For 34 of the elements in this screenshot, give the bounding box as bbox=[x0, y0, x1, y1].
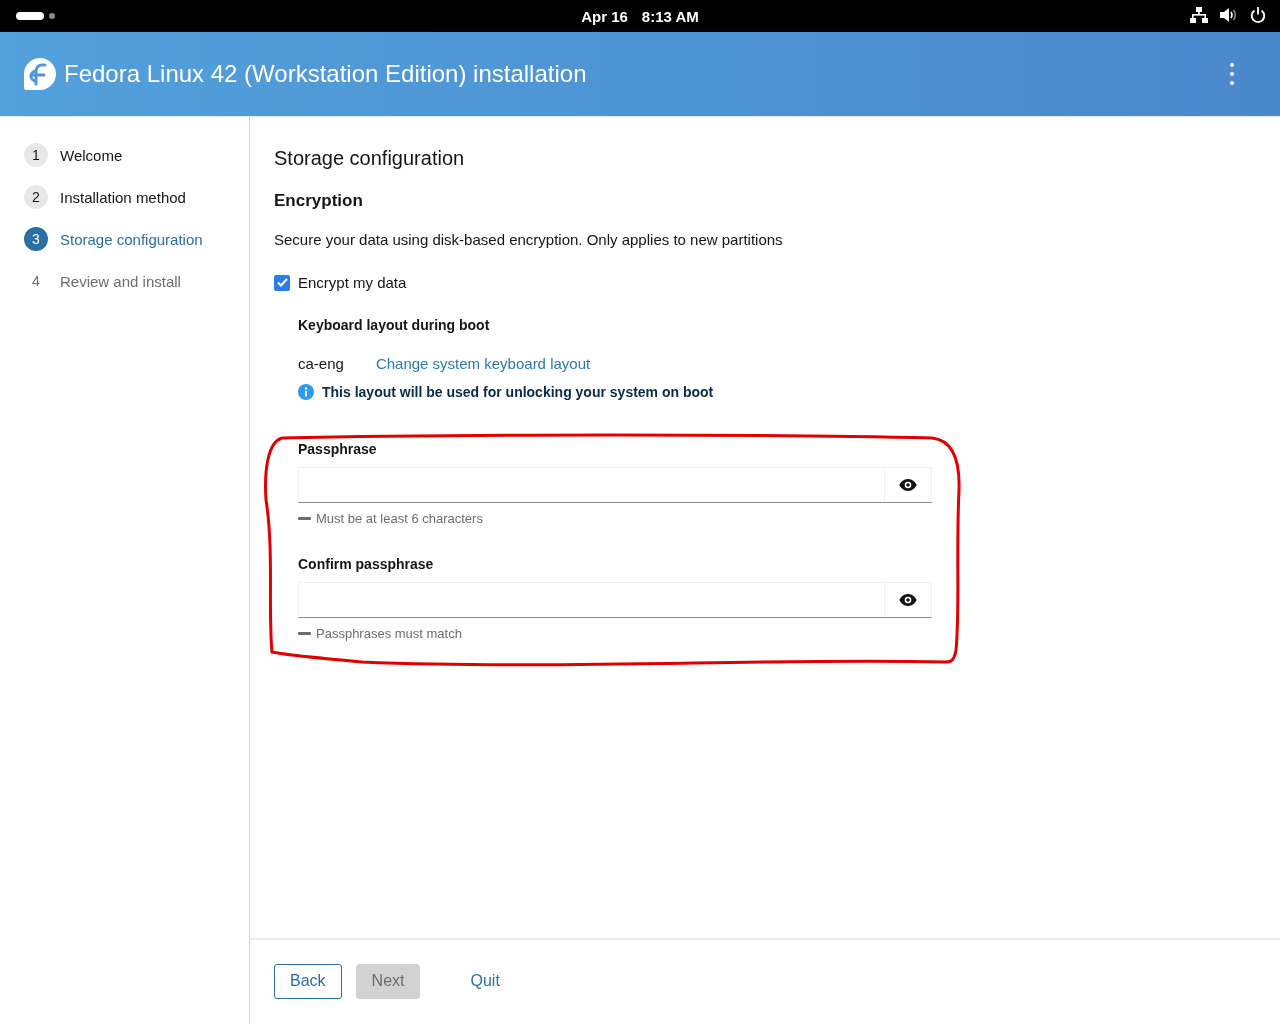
section-heading: Encryption bbox=[274, 191, 364, 212]
fedora-logo-icon bbox=[24, 58, 56, 90]
wizard-step[interactable]: 1 Welcome bbox=[24, 141, 249, 169]
step-number: 1 bbox=[24, 143, 48, 167]
wizard-step[interactable]: 3 Storage configuration bbox=[24, 225, 249, 253]
info-icon bbox=[298, 384, 314, 400]
footer-button[interactable]: Back bbox=[274, 963, 342, 999]
step-number: 2 bbox=[24, 185, 48, 209]
window-title: Fedora Linux 42 (Workstation Edition) installation bbox=[64, 60, 588, 88]
hint-text: Must be at least 6 characters bbox=[316, 511, 483, 526]
wizard-step[interactable]: 2 Installation method bbox=[24, 183, 249, 211]
footer-button[interactable]: Quit bbox=[454, 963, 516, 999]
dash-icon bbox=[298, 517, 311, 520]
hint-text: Passphrases must match bbox=[316, 626, 462, 641]
field-label: Passphrase bbox=[298, 441, 378, 457]
keyboard-layout-value: ca-eng bbox=[298, 355, 344, 372]
page-title: Storage configuration bbox=[274, 147, 466, 171]
info-text: This layout will be used for unlocking your system on boot bbox=[322, 384, 714, 400]
dash-icon bbox=[298, 632, 311, 635]
speaker-icon[interactable] bbox=[1220, 7, 1238, 23]
keyboard-heading: Keyboard layout during boot bbox=[298, 317, 491, 333]
date-text: Apr 16 bbox=[581, 7, 628, 25]
change-layout-link[interactable]: Change system keyboard layout bbox=[375, 355, 591, 372]
time-text: 8:13 AM bbox=[641, 7, 699, 25]
checkbox-label[interactable]: Encrypt my data bbox=[298, 274, 407, 291]
network-icon[interactable] bbox=[1190, 7, 1208, 23]
description-text: Secure your data using disk-based encryption. Only applies to new partitions bbox=[274, 231, 784, 248]
workspace-indicator[interactable] bbox=[16, 12, 44, 20]
power-icon[interactable] bbox=[1250, 7, 1266, 23]
field-label: Confirm passphrase bbox=[298, 556, 435, 572]
workspace-dot[interactable] bbox=[49, 13, 55, 19]
step-number: 4 bbox=[31, 272, 41, 291]
encrypt-checkbox[interactable] bbox=[274, 274, 290, 291]
step-number: 3 bbox=[24, 227, 48, 251]
